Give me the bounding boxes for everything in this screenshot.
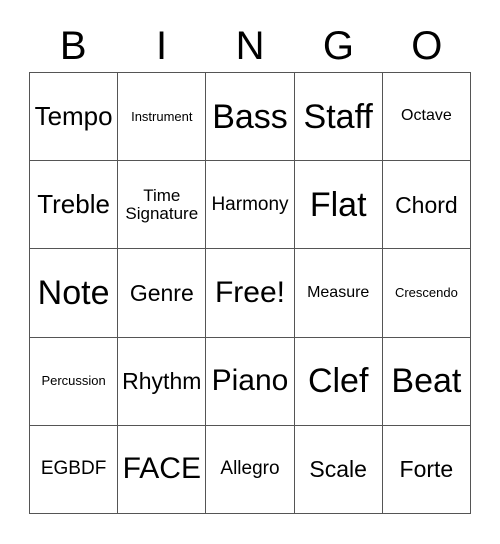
- bingo-cell[interactable]: Note: [30, 249, 119, 338]
- bingo-cell[interactable]: Harmony: [206, 161, 295, 250]
- bingo-cell-label: Allegro: [220, 458, 280, 480]
- bingo-cell-label: Chord: [395, 191, 458, 218]
- bingo-header-letter-b: B: [59, 24, 87, 68]
- bingo-cell[interactable]: EGBDF: [30, 425, 119, 514]
- bingo-cell-label: Tempo: [34, 100, 113, 131]
- bingo-cell-label: Forte: [399, 456, 454, 483]
- bingo-cell-label: Scale: [309, 456, 367, 483]
- bingo-cell-label: Genre: [129, 279, 194, 306]
- bingo-cell-label: Treble: [37, 189, 110, 220]
- bingo-cell[interactable]: Octave: [382, 73, 471, 162]
- bingo-cell-label: Octave: [401, 107, 452, 125]
- bingo-cell[interactable]: Time Signature: [118, 161, 207, 250]
- bingo-header-letter-g: G: [322, 24, 354, 68]
- bingo-cell[interactable]: Rhythm: [118, 337, 207, 426]
- bingo-cell-label: Beat: [391, 362, 462, 401]
- bingo-cell[interactable]: Allegro: [206, 425, 295, 514]
- bingo-grid: Tempo Instrument Bass Staff Octave Treble Time…: [29, 72, 471, 514]
- bingo-free-space[interactable]: Free!: [206, 249, 295, 338]
- bingo-cell-label: Flat: [309, 185, 367, 224]
- bingo-cell[interactable]: FACE: [118, 425, 207, 514]
- bingo-header-row: BINGO: [29, 22, 471, 70]
- bingo-cell[interactable]: Flat: [294, 161, 383, 250]
- bingo-card: B I N G O Tempo Instrument Bass Staff Octave Treb…: [0, 0, 500, 544]
- bingo-cell-label: Bass: [212, 97, 288, 136]
- bingo-header-letter-n: N: [235, 24, 265, 68]
- bingo-cell-label: Rhythm: [122, 368, 202, 394]
- bingo-cell-label: Harmony: [211, 193, 289, 215]
- bingo-cell-label: Note: [37, 273, 110, 312]
- bingo-cell-label: Staff: [303, 97, 373, 136]
- bingo-cell-label: Percussion: [41, 373, 106, 389]
- bingo-cell[interactable]: Scale: [294, 425, 383, 514]
- bingo-cell[interactable]: Staff: [294, 73, 383, 162]
- bingo-cell-label: Measure: [307, 283, 370, 301]
- bingo-cell-label: Instrument: [131, 108, 193, 124]
- bingo-header-letter-i: I: [156, 24, 168, 68]
- bingo-cell[interactable]: Measure: [294, 249, 383, 338]
- bingo-cell-label: Crescendo: [394, 285, 458, 301]
- bingo-cell[interactable]: Crescendo: [382, 249, 471, 338]
- bingo-cell-label: EGBDF: [40, 458, 107, 480]
- bingo-cell[interactable]: Genre: [118, 249, 207, 338]
- bingo-cell[interactable]: Bass: [206, 73, 295, 162]
- bingo-cell-label: Clef: [307, 362, 369, 401]
- bingo-cell[interactable]: Chord: [382, 161, 471, 250]
- bingo-cell-label: Free!: [214, 276, 285, 310]
- bingo-cell[interactable]: Tempo: [30, 73, 119, 162]
- bingo-cell[interactable]: Percussion: [30, 337, 119, 426]
- bingo-cell[interactable]: Beat: [382, 337, 471, 426]
- bingo-cell[interactable]: Instrument: [118, 73, 207, 162]
- bingo-cell-label: Piano: [211, 364, 289, 398]
- bingo-cell[interactable]: Clef: [294, 337, 383, 426]
- bingo-cell-label: FACE: [122, 452, 201, 486]
- bingo-cell-label: Time Signature: [125, 185, 199, 223]
- bingo-cell[interactable]: Treble: [30, 161, 119, 250]
- bingo-cell[interactable]: Forte: [382, 425, 471, 514]
- bingo-cell[interactable]: Piano: [206, 337, 295, 426]
- bingo-header-letter-o: O: [411, 24, 443, 68]
